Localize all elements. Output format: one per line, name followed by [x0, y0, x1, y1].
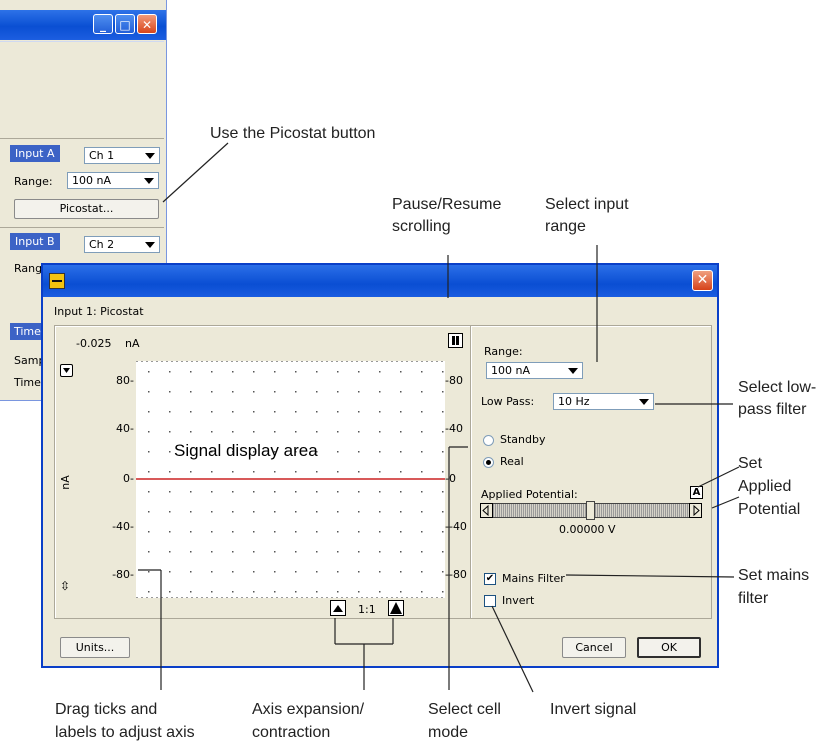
annotation-axis-line1: Axis expansion/: [252, 701, 365, 718]
annotation-mains-line2: filter: [738, 590, 769, 607]
annotation-pause-line1: Pause/Resume: [392, 196, 502, 213]
annotation-range-line2: range: [545, 218, 586, 235]
annotation-drag-line1: Drag ticks and: [55, 701, 158, 718]
annotation-axis-line2: contraction: [252, 724, 331, 741]
annotation-cell-line1: Select cell: [428, 701, 501, 718]
annotation-pause-line2: scrolling: [392, 218, 451, 235]
annotation-applied-line1: Set: [738, 455, 763, 472]
annotation-picostat: Use the Picostat button: [210, 125, 376, 142]
annotation-lowpass-line2: pass filter: [738, 401, 807, 418]
annotation-mains-line1: Set mains: [738, 567, 810, 584]
callout-lines: [138, 142, 740, 693]
annotation-drag-line2: labels to adjust axis: [55, 724, 195, 741]
annotation-cell-line2: mode: [428, 724, 469, 741]
annotation-lowpass-line1: Select low-: [738, 379, 817, 396]
annotation-range-line1: Select input: [545, 196, 629, 213]
annotation-applied-line2: Applied: [738, 478, 792, 495]
annotation-invert: Invert signal: [550, 701, 637, 718]
annotation-applied-line3: Potential: [738, 501, 801, 518]
